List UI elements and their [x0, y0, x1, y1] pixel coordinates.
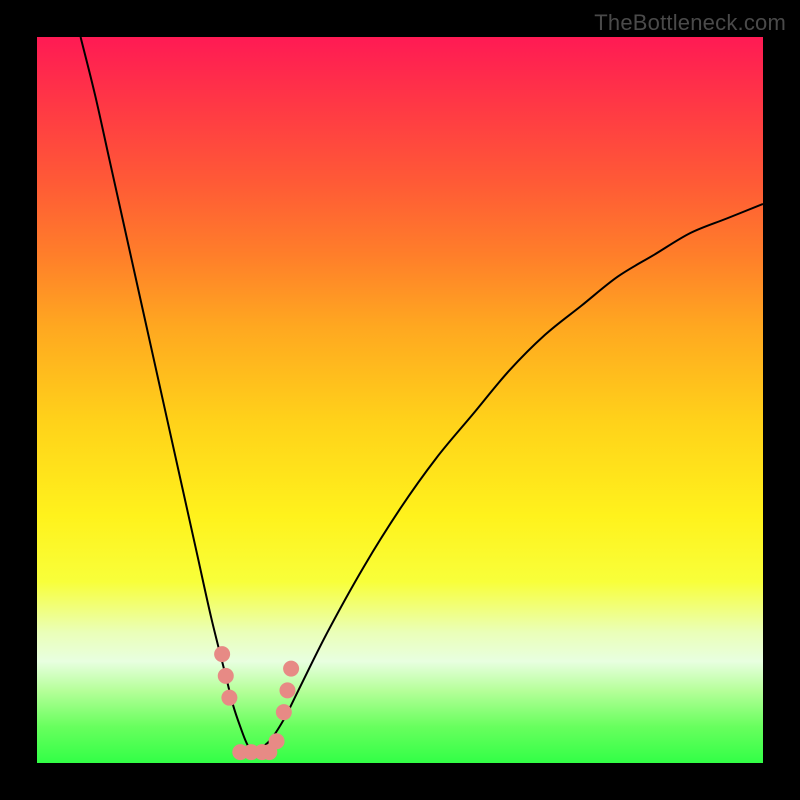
curve-right-branch: [255, 204, 763, 752]
trough-marker: [221, 690, 237, 706]
watermark-text: TheBottleneck.com: [594, 10, 786, 36]
trough-marker: [279, 682, 295, 698]
chart-svg: [37, 37, 763, 763]
trough-marker: [214, 646, 230, 662]
plot-area: [37, 37, 763, 763]
trough-marker: [218, 668, 234, 684]
curve-left-branch: [81, 37, 255, 752]
trough-marker-group: [214, 646, 299, 760]
trough-marker: [283, 661, 299, 677]
trough-marker: [269, 733, 285, 749]
chart-frame: TheBottleneck.com: [0, 0, 800, 800]
trough-marker: [276, 704, 292, 720]
